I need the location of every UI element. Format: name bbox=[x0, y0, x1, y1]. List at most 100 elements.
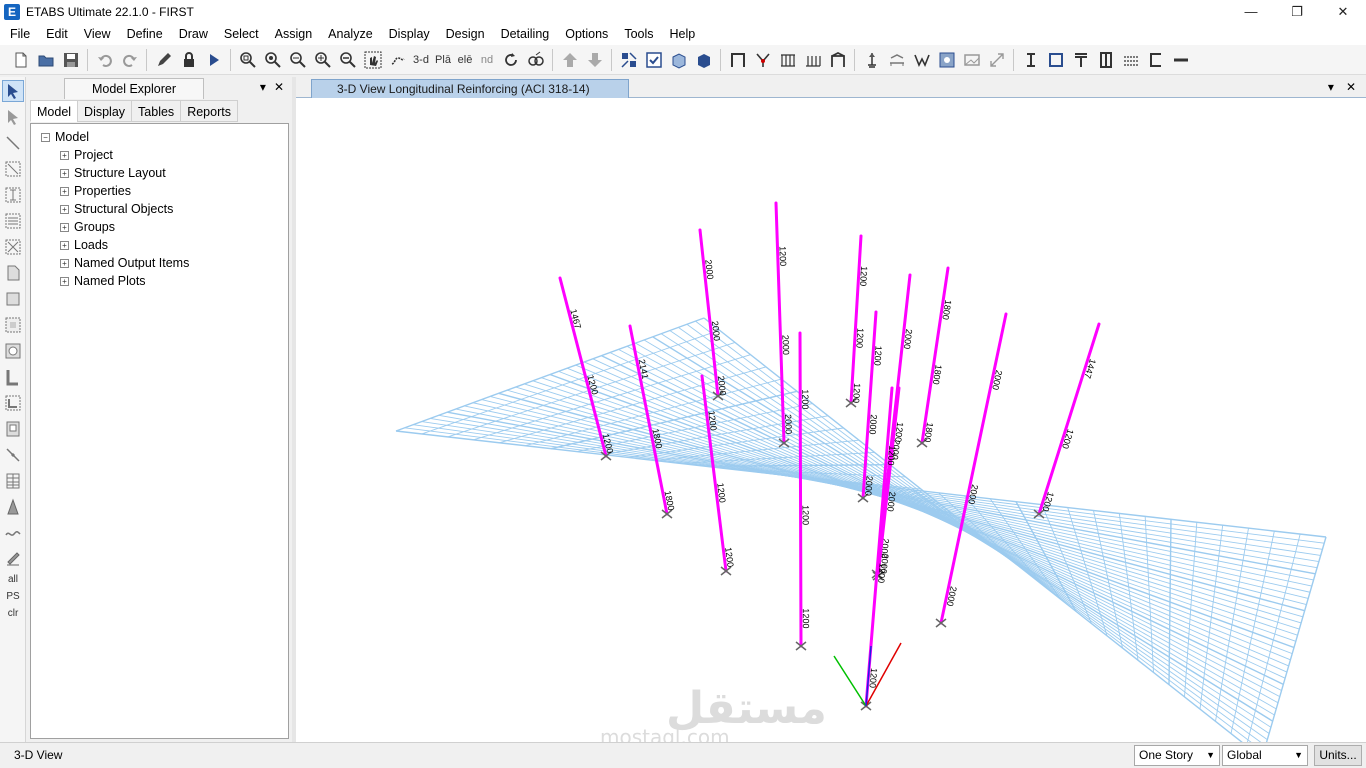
menu-view[interactable]: View bbox=[76, 23, 119, 45]
pan-icon[interactable] bbox=[362, 49, 384, 71]
section-box-icon[interactable] bbox=[1045, 49, 1067, 71]
zoom-window-icon[interactable] bbox=[237, 49, 259, 71]
panel-close-icon[interactable]: ✕ bbox=[274, 80, 284, 94]
section-rect-icon[interactable] bbox=[1095, 49, 1117, 71]
view-close-icon[interactable]: ✕ bbox=[1346, 80, 1356, 94]
slab-icon[interactable] bbox=[886, 49, 908, 71]
rotate-view-icon[interactable] bbox=[500, 49, 522, 71]
move-down-icon[interactable] bbox=[584, 49, 606, 71]
elevation-view-button[interactable]: elē bbox=[454, 54, 476, 66]
view-dropdown-icon[interactable]: ▾ bbox=[1328, 80, 1334, 94]
undo-icon[interactable] bbox=[94, 49, 116, 71]
draw-links-icon[interactable] bbox=[2, 444, 24, 466]
redo-icon[interactable] bbox=[119, 49, 141, 71]
model-3d-canvas[interactable]: 1467 1200 1200 2141 1800 1800 2000 2000 2000 1200… bbox=[296, 98, 1366, 742]
menu-select[interactable]: Select bbox=[216, 23, 267, 45]
menu-edit[interactable]: Edit bbox=[38, 23, 76, 45]
tab-model[interactable]: Model bbox=[30, 100, 79, 122]
draw-column-icon[interactable] bbox=[2, 184, 24, 206]
minimize-button[interactable]: — bbox=[1228, 0, 1274, 23]
menu-assign[interactable]: Assign bbox=[267, 23, 321, 45]
draw-walls-icon[interactable] bbox=[827, 49, 849, 71]
draw-beam-icon[interactable] bbox=[2, 210, 24, 232]
tree-node-named-output-items[interactable]: + Named Output Items bbox=[31, 254, 288, 272]
deck-icon[interactable] bbox=[911, 49, 933, 71]
tree-node-loads[interactable]: + Loads bbox=[31, 236, 288, 254]
maximize-button[interactable]: ❐ bbox=[1274, 0, 1320, 23]
view-tab-3d[interactable]: 3-D View Longitudinal Reinforcing (ACI 3… bbox=[311, 79, 629, 98]
draw-wall-opening-icon[interactable] bbox=[2, 340, 24, 362]
draw-rect-floor-icon[interactable] bbox=[2, 288, 24, 310]
select-all-button[interactable]: all bbox=[2, 574, 24, 585]
draw-floor-icon[interactable] bbox=[2, 262, 24, 284]
tab-tables[interactable]: Tables bbox=[131, 100, 182, 122]
etabs-app-icon[interactable]: E bbox=[4, 3, 20, 20]
menu-options[interactable]: Options bbox=[557, 23, 616, 45]
pointer-select-icon[interactable] bbox=[2, 80, 24, 102]
draw-secondary-beams-icon[interactable] bbox=[777, 49, 799, 71]
tree-node-properties[interactable]: + Properties bbox=[31, 182, 288, 200]
expand-icon[interactable]: + bbox=[60, 258, 69, 268]
draw-grids-icon[interactable] bbox=[2, 470, 24, 492]
save-icon[interactable] bbox=[60, 49, 82, 71]
rubber-band-icon[interactable] bbox=[387, 49, 409, 71]
expand-icon[interactable]: + bbox=[60, 276, 69, 286]
draw-walls-left-icon[interactable] bbox=[2, 366, 24, 388]
section-bar-icon[interactable] bbox=[1170, 49, 1192, 71]
3d-view-scene[interactable]: 1467120012002141180018002000200020001200… bbox=[296, 98, 1366, 742]
tree-node-named-plots[interactable]: + Named Plots bbox=[31, 272, 288, 290]
menu-help[interactable]: Help bbox=[662, 23, 704, 45]
tree-node-model[interactable]: − Model bbox=[31, 128, 288, 146]
menu-file[interactable]: File bbox=[2, 23, 38, 45]
draw-braces-icon[interactable] bbox=[2, 236, 24, 258]
expand-icon[interactable]: + bbox=[60, 240, 69, 250]
run-analysis-icon[interactable] bbox=[203, 49, 225, 71]
draw-line-icon[interactable] bbox=[2, 132, 24, 154]
tab-reports[interactable]: Reports bbox=[180, 100, 238, 122]
quick-draw-walls-icon[interactable] bbox=[2, 392, 24, 414]
draw-openings-icon[interactable] bbox=[2, 418, 24, 440]
menu-analyze[interactable]: Analyze bbox=[320, 23, 380, 45]
draw-tendon-icon[interactable] bbox=[2, 496, 24, 518]
tree-node-structure-layout[interactable]: + Structure Layout bbox=[31, 164, 288, 182]
resize-icon[interactable] bbox=[986, 49, 1008, 71]
tree-node-project[interactable]: + Project bbox=[31, 146, 288, 164]
wall-stack-icon[interactable] bbox=[936, 49, 958, 71]
pencil-icon[interactable] bbox=[153, 49, 175, 71]
menu-design[interactable]: Design bbox=[438, 23, 493, 45]
zoom-restore-icon[interactable] bbox=[262, 49, 284, 71]
menu-tools[interactable]: Tools bbox=[616, 23, 661, 45]
reshape-icon[interactable] bbox=[2, 106, 24, 128]
restraints-icon[interactable] bbox=[861, 49, 883, 71]
menu-detailing[interactable]: Detailing bbox=[493, 23, 558, 45]
units-button[interactable]: Units... bbox=[1314, 745, 1362, 766]
expand-icon[interactable]: + bbox=[60, 186, 69, 196]
expand-icon[interactable]: + bbox=[60, 222, 69, 232]
collapse-icon[interactable]: − bbox=[41, 132, 50, 142]
plan-view-button[interactable]: Plā bbox=[432, 54, 454, 66]
expand-icon[interactable]: + bbox=[60, 168, 69, 178]
expand-icon[interactable]: + bbox=[60, 204, 69, 214]
clear-selection-button[interactable]: clr bbox=[2, 608, 24, 619]
panel-dropdown-icon[interactable]: ▾ bbox=[260, 80, 266, 94]
open-model-icon[interactable] bbox=[35, 49, 57, 71]
checkbox-display-icon[interactable] bbox=[643, 49, 665, 71]
draw-curve-icon[interactable] bbox=[2, 522, 24, 544]
close-button[interactable]: ✕ bbox=[1320, 0, 1366, 23]
draw-rect-frame-icon[interactable] bbox=[2, 158, 24, 180]
tree-node-structural-objects[interactable]: + Structural Objects bbox=[31, 200, 288, 218]
section-channel-icon[interactable] bbox=[1145, 49, 1167, 71]
zoom-out-icon[interactable] bbox=[337, 49, 359, 71]
view-3d-button[interactable]: 3-d bbox=[410, 54, 432, 66]
move-up-icon[interactable] bbox=[559, 49, 581, 71]
expand-icon[interactable]: + bbox=[60, 150, 69, 160]
lock-icon[interactable] bbox=[178, 49, 200, 71]
previous-selection-button[interactable]: PS bbox=[2, 591, 24, 602]
coordinate-system-select[interactable]: Global ▼ bbox=[1222, 745, 1308, 766]
set-display-options-icon[interactable] bbox=[618, 49, 640, 71]
new-model-icon[interactable] bbox=[10, 49, 32, 71]
story-select[interactable]: One Story ▼ bbox=[1134, 745, 1220, 766]
openings-icon[interactable] bbox=[961, 49, 983, 71]
perspective-toggle-icon[interactable] bbox=[525, 49, 547, 71]
draw-frame-icon[interactable] bbox=[727, 49, 749, 71]
